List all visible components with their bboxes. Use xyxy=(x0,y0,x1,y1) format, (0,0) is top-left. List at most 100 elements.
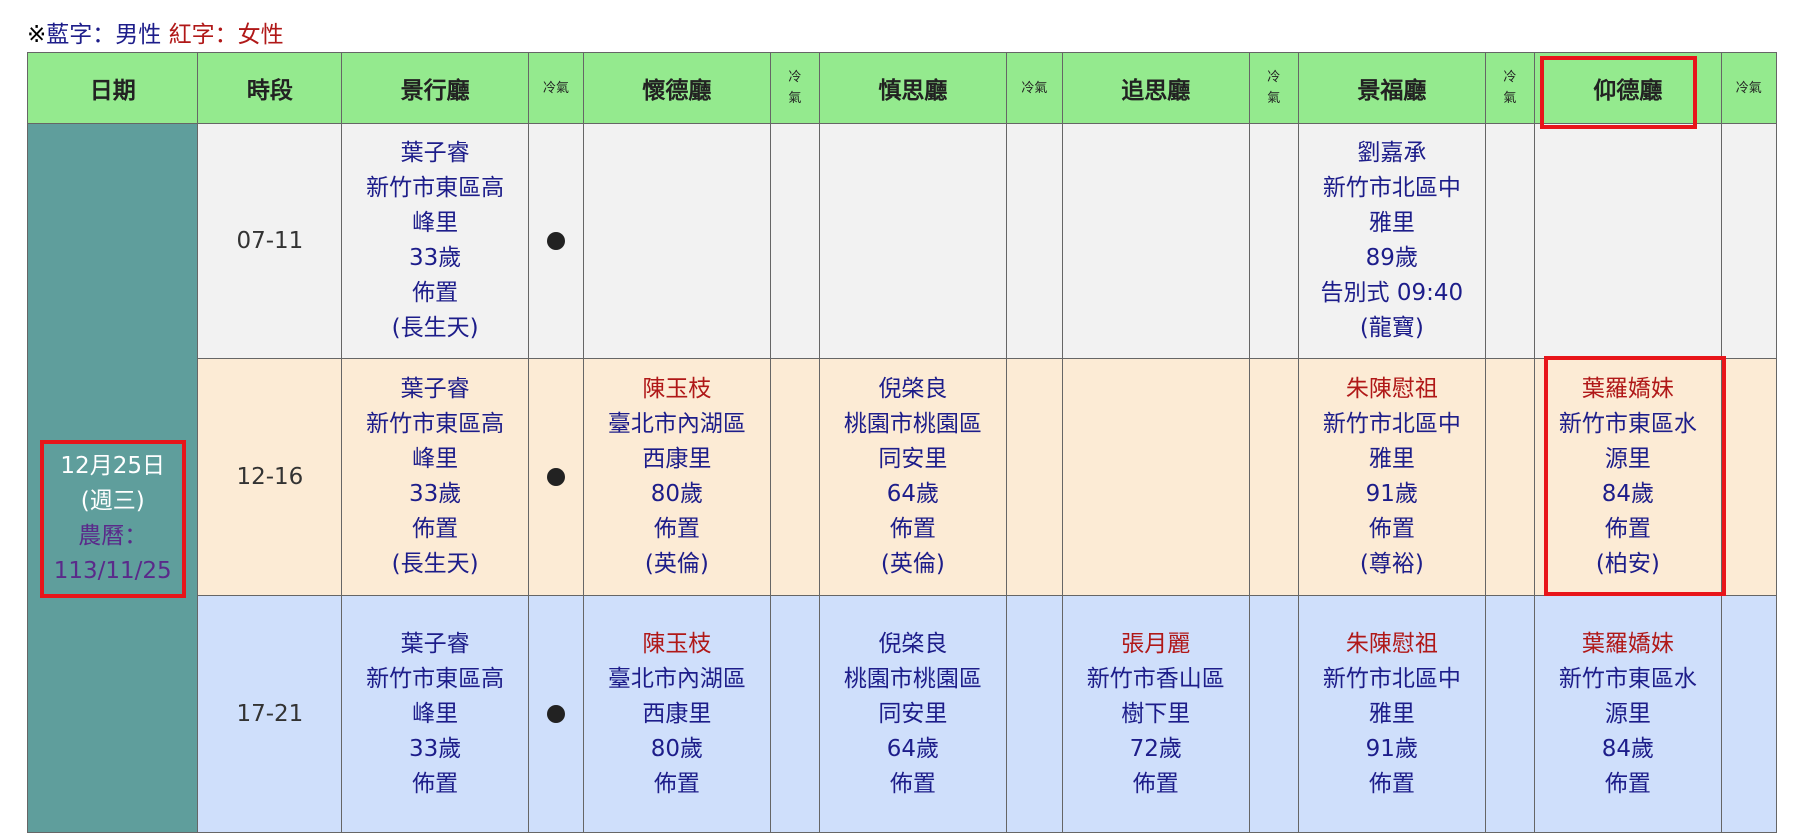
legend-female: 紅字：女性 xyxy=(168,22,284,48)
table-row: 17-21 葉子睿 新竹市東區高 峰里 33歲 佈置 陳玉枝 臺北市內湖區 西康… xyxy=(28,595,1778,833)
deceased-name: 張月麗 xyxy=(1121,630,1191,657)
address: 新竹市北區中 xyxy=(1322,411,1461,437)
event: 告別式 09:40 xyxy=(1320,280,1464,306)
address: 新竹市香山區 xyxy=(1086,665,1225,692)
funeral-home: (英倫) xyxy=(880,551,945,577)
address-village: 源里 xyxy=(1604,700,1651,727)
booking-cell: 倪棨良 桃園市桃園區 同安里 64歲 佈置 xyxy=(819,595,1007,833)
age: 91歲 xyxy=(1365,735,1418,762)
legend-male: 藍字：男性 xyxy=(46,22,162,48)
event: 佈置 xyxy=(889,516,936,542)
date-cell: 12月25日 (週三) 農曆： 113/11/25 xyxy=(26,123,199,833)
ac-cell xyxy=(1248,358,1300,596)
booking-cell: 張月麗 新竹市香山區 樹下里 72歲 佈置 xyxy=(1062,595,1250,833)
booking-cell: 倪棨良 桃園市桃園區 同安里 64歲 佈置 (英倫) xyxy=(819,358,1007,596)
event: 佈置 xyxy=(1368,770,1415,797)
slot-cell: 12-16 xyxy=(197,358,343,596)
empty-cell xyxy=(583,123,771,359)
booking-cell: 葉子睿 新竹市東區高 峰里 33歲 佈置 xyxy=(341,595,529,833)
address: 新竹市東區高 xyxy=(366,175,505,201)
booking-cell: 葉子睿 新竹市東區高 峰里 33歲 佈置 (長生天) xyxy=(341,123,529,359)
address-village: 樹下里 xyxy=(1121,700,1191,727)
address-village: 峰里 xyxy=(412,700,459,727)
event: 佈置 xyxy=(1604,516,1651,542)
age: 64歲 xyxy=(886,735,940,762)
address: 新竹市東區高 xyxy=(366,411,505,437)
table-row: 12月25日 (週三) 農曆： 113/11/25 07-11 葉子睿 新竹市東… xyxy=(26,123,1778,833)
slot-cell: 17-21 xyxy=(197,595,343,833)
funeral-home: (長生天) xyxy=(391,315,479,341)
address: 新竹市北區中 xyxy=(1322,665,1461,692)
hall-schedule-table: 日期 時段 景行廳 冷氣 懷德廳 冷氣 慎思廳 冷氣 追思廳 冷氣 景福廳 冷氣… xyxy=(26,52,1778,833)
deceased-name: 陳玉枝 xyxy=(642,376,712,402)
funeral-home: (柏安) xyxy=(1595,551,1660,577)
booking-cell: 劉嘉承 新竹市北區中 雅里 89歲 告別式 09:40 (龍寶) xyxy=(1298,123,1486,359)
event: 佈置 xyxy=(412,770,459,797)
table-row: 12-16 葉子睿 新竹市東區高 峰里 33歲 佈置 (長生天) 陳玉枝 臺北市… xyxy=(28,358,1778,596)
date-day: 12月25日 xyxy=(60,453,165,479)
header-ac-4: 冷氣 xyxy=(1248,52,1300,124)
age: 80歲 xyxy=(650,735,703,762)
header-hall-6: 仰德廳 xyxy=(1534,52,1722,124)
address: 新竹市東區高 xyxy=(366,665,505,692)
event: 佈置 xyxy=(412,516,459,542)
event: 佈置 xyxy=(1368,516,1415,542)
ac-cell xyxy=(527,123,585,359)
address-village: 同安里 xyxy=(878,446,948,472)
age: 80歲 xyxy=(650,481,703,507)
gender-legend: ※藍字：男性 紅字：女性 xyxy=(27,21,284,49)
age: 91歲 xyxy=(1365,481,1418,507)
deceased-name: 葉子睿 xyxy=(400,630,470,657)
age: 89歲 xyxy=(1365,245,1418,271)
booking-cell: 朱陳慰祖 新竹市北區中 雅里 91歲 佈置 (尊裕) xyxy=(1298,358,1486,596)
funeral-home: (尊裕) xyxy=(1359,551,1424,577)
header-date: 日期 xyxy=(26,52,199,124)
address-village: 源里 xyxy=(1604,446,1651,472)
empty-cell xyxy=(1062,358,1250,596)
address-village: 峰里 xyxy=(412,210,459,236)
address: 新竹市北區中 xyxy=(1322,175,1461,201)
address-village: 雅里 xyxy=(1368,210,1415,236)
booking-cell: 葉羅嬌妹 新竹市東區水 源里 84歲 佈置 xyxy=(1534,595,1722,833)
address-village: 雅里 xyxy=(1368,446,1415,472)
deceased-name: 葉羅嬌妹 xyxy=(1581,376,1674,402)
legend-prefix: ※ xyxy=(27,22,47,48)
age: 33歲 xyxy=(408,735,462,762)
address: 臺北市內湖區 xyxy=(607,665,746,692)
booking-cell: 陳玉枝 臺北市內湖區 西康里 80歲 佈置 xyxy=(583,595,771,833)
event: 佈置 xyxy=(653,516,700,542)
ac-cell xyxy=(1720,123,1778,359)
slot-cell: 07-11 xyxy=(197,123,343,359)
ac-cell xyxy=(1005,123,1064,359)
ac-cell xyxy=(1720,358,1778,596)
deceased-name: 陳玉枝 xyxy=(642,630,712,657)
age: 84歲 xyxy=(1601,735,1654,762)
funeral-home: (英倫) xyxy=(644,551,709,577)
header-hall-3: 慎思廳 xyxy=(819,52,1007,124)
date-highlight-box: 12月25日 (週三) 農曆： 113/11/25 xyxy=(39,440,186,598)
ac-on-dot-icon xyxy=(546,705,565,723)
header-ac-3: 冷氣 xyxy=(1005,52,1064,124)
deceased-name: 葉羅嬌妹 xyxy=(1581,630,1674,657)
event: 佈置 xyxy=(889,770,936,797)
ac-cell xyxy=(769,358,821,596)
ac-cell xyxy=(1484,595,1536,833)
lunar-label: 農曆： xyxy=(78,523,148,549)
age: 84歲 xyxy=(1601,481,1654,507)
event: 佈置 xyxy=(1604,770,1651,797)
ac-cell xyxy=(1484,123,1536,359)
ac-cell xyxy=(527,358,585,596)
address-village: 同安里 xyxy=(878,700,948,727)
ac-cell xyxy=(769,123,821,359)
booking-cell: 葉羅嬌妹 新竹市東區水 源里 84歲 佈置 (柏安) xyxy=(1534,358,1722,596)
header-hall-5: 景福廳 xyxy=(1298,52,1486,124)
deceased-name: 朱陳慰祖 xyxy=(1345,630,1438,657)
funeral-home: (龍寶) xyxy=(1359,315,1424,341)
deceased-name: 朱陳慰祖 xyxy=(1345,376,1438,402)
ac-cell xyxy=(527,595,585,833)
address-village: 雅里 xyxy=(1368,700,1415,727)
event: 佈置 xyxy=(1132,770,1179,797)
header-ac-6: 冷氣 xyxy=(1720,52,1778,124)
ac-cell xyxy=(1720,595,1778,833)
deceased-name: 倪棨良 xyxy=(878,630,948,657)
